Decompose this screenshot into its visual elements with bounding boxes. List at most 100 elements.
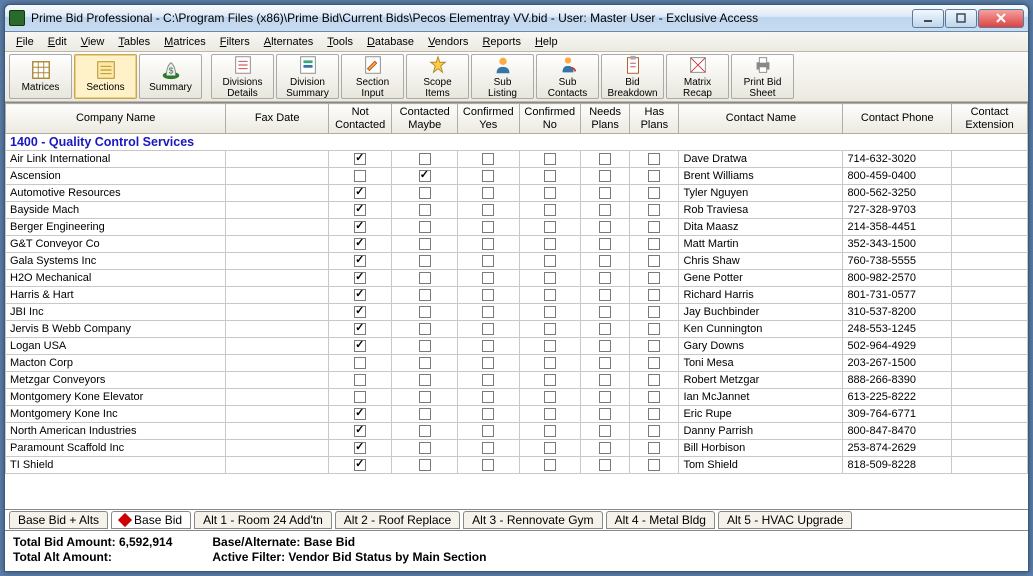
checkbox-cm[interactable] [419, 306, 431, 318]
checkbox-cm[interactable] [419, 408, 431, 420]
checkbox-hp[interactable] [648, 289, 660, 301]
checkbox-hp[interactable] [648, 459, 660, 471]
table-row[interactable]: Montgomery Kone ElevatorIan McJannet613-… [6, 389, 1028, 406]
sheet-tab[interactable]: Base Bid [111, 511, 191, 529]
checkbox-hp[interactable] [648, 255, 660, 267]
checkbox-nc[interactable] [354, 255, 366, 267]
table-row[interactable]: G&T Conveyor CoMatt Martin352-343-1500 [6, 236, 1028, 253]
sheet-tab[interactable]: Alt 4 - Metal Bldg [606, 511, 715, 529]
checkbox-nc[interactable] [354, 153, 366, 165]
checkbox-np[interactable] [599, 408, 611, 420]
table-row[interactable]: Paramount Scaffold IncBill Horbison253-8… [6, 440, 1028, 457]
col-fax[interactable]: Fax Date [226, 104, 329, 134]
table-row[interactable]: Bayside MachRob Traviesa727-328-9703 [6, 202, 1028, 219]
menu-reports[interactable]: Reports [475, 34, 528, 50]
checkbox-cy[interactable] [482, 238, 494, 250]
checkbox-np[interactable] [599, 153, 611, 165]
toolbar-print-bid[interactable]: Print BidSheet [731, 54, 794, 99]
checkbox-nc[interactable] [354, 340, 366, 352]
checkbox-cn[interactable] [544, 374, 556, 386]
col-cname[interactable]: Contact Name [679, 104, 843, 134]
checkbox-cm[interactable] [419, 374, 431, 386]
checkbox-cy[interactable] [482, 374, 494, 386]
checkbox-cm[interactable] [419, 221, 431, 233]
checkbox-cy[interactable] [482, 272, 494, 284]
checkbox-hp[interactable] [648, 238, 660, 250]
checkbox-nc[interactable] [354, 408, 366, 420]
menu-alternates[interactable]: Alternates [257, 34, 321, 50]
col-cext[interactable]: ContactExtension [952, 104, 1028, 134]
col-nc[interactable]: NotContacted [328, 104, 392, 134]
table-row[interactable]: Berger EngineeringDita Maasz214-358-4451 [6, 219, 1028, 236]
menu-help[interactable]: Help [528, 34, 565, 50]
table-row[interactable]: TI ShieldTom Shield818-509-8228 [6, 457, 1028, 474]
checkbox-np[interactable] [599, 170, 611, 182]
checkbox-cn[interactable] [544, 459, 556, 471]
checkbox-cm[interactable] [419, 340, 431, 352]
menu-file[interactable]: File [9, 34, 41, 50]
checkbox-np[interactable] [599, 442, 611, 454]
checkbox-cy[interactable] [482, 408, 494, 420]
checkbox-nc[interactable] [354, 357, 366, 369]
menu-database[interactable]: Database [360, 34, 421, 50]
checkbox-nc[interactable] [354, 306, 366, 318]
checkbox-cy[interactable] [482, 340, 494, 352]
checkbox-cn[interactable] [544, 187, 556, 199]
table-row[interactable]: JBI IncJay Buchbinder310-537-8200 [6, 304, 1028, 321]
checkbox-cm[interactable] [419, 391, 431, 403]
checkbox-nc[interactable] [354, 204, 366, 216]
toolbar-sub-listing[interactable]: SubListing [471, 54, 534, 99]
checkbox-cm[interactable] [419, 459, 431, 471]
checkbox-cn[interactable] [544, 272, 556, 284]
table-row[interactable]: H2O MechanicalGene Potter800-982-2570 [6, 270, 1028, 287]
checkbox-cy[interactable] [482, 323, 494, 335]
checkbox-cm[interactable] [419, 255, 431, 267]
checkbox-cn[interactable] [544, 255, 556, 267]
checkbox-hp[interactable] [648, 323, 660, 335]
checkbox-np[interactable] [599, 238, 611, 250]
data-grid[interactable]: Company NameFax DateNotContactedContacte… [5, 102, 1028, 509]
toolbar-div-details[interactable]: DivisionsDetails [211, 54, 274, 99]
checkbox-cy[interactable] [482, 255, 494, 267]
menu-tools[interactable]: Tools [320, 34, 360, 50]
checkbox-np[interactable] [599, 255, 611, 267]
checkbox-hp[interactable] [648, 340, 660, 352]
checkbox-cn[interactable] [544, 408, 556, 420]
table-row[interactable]: Jervis B Webb CompanyKen Cunnington248-5… [6, 321, 1028, 338]
checkbox-np[interactable] [599, 306, 611, 318]
minimize-button[interactable] [912, 9, 944, 28]
checkbox-hp[interactable] [648, 374, 660, 386]
checkbox-np[interactable] [599, 272, 611, 284]
checkbox-cm[interactable] [419, 289, 431, 301]
toolbar-scope-items[interactable]: ScopeItems [406, 54, 469, 99]
checkbox-np[interactable] [599, 323, 611, 335]
checkbox-cy[interactable] [482, 357, 494, 369]
checkbox-nc[interactable] [354, 221, 366, 233]
checkbox-nc[interactable] [354, 459, 366, 471]
checkbox-nc[interactable] [354, 187, 366, 199]
checkbox-hp[interactable] [648, 187, 660, 199]
checkbox-cn[interactable] [544, 306, 556, 318]
col-company[interactable]: Company Name [6, 104, 226, 134]
checkbox-np[interactable] [599, 391, 611, 403]
checkbox-cm[interactable] [419, 187, 431, 199]
checkbox-hp[interactable] [648, 272, 660, 284]
checkbox-cn[interactable] [544, 357, 556, 369]
sheet-tab[interactable]: Alt 5 - HVAC Upgrade [718, 511, 853, 529]
checkbox-np[interactable] [599, 340, 611, 352]
toolbar-bid-breakdown[interactable]: BidBreakdown [601, 54, 664, 99]
checkbox-cn[interactable] [544, 204, 556, 216]
checkbox-nc[interactable] [354, 272, 366, 284]
checkbox-hp[interactable] [648, 391, 660, 403]
checkbox-cy[interactable] [482, 170, 494, 182]
checkbox-cm[interactable] [419, 442, 431, 454]
toolbar-matrices[interactable]: Matrices [9, 54, 72, 99]
toolbar-sub-contacts[interactable]: SubContacts [536, 54, 599, 99]
checkbox-nc[interactable] [354, 323, 366, 335]
checkbox-np[interactable] [599, 187, 611, 199]
col-cy[interactable]: ConfirmedYes [458, 104, 520, 134]
table-row[interactable]: AscensionBrent Williams800-459-0400 [6, 168, 1028, 185]
checkbox-cm[interactable] [419, 204, 431, 216]
table-row[interactable]: Macton CorpToni Mesa203-267-1500 [6, 355, 1028, 372]
checkbox-cn[interactable] [544, 238, 556, 250]
